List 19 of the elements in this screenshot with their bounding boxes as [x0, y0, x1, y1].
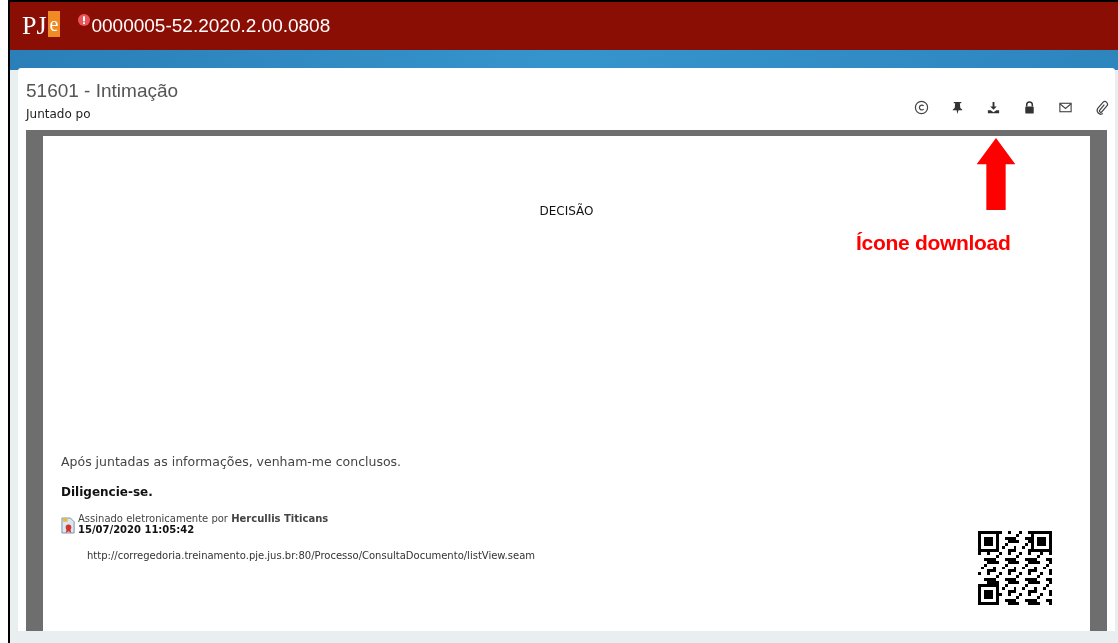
copyright-icon[interactable] — [914, 100, 929, 115]
certificate-icon — [61, 517, 76, 534]
document-title: 51601 - Intimação — [26, 80, 179, 102]
annotation-arrow — [974, 138, 1018, 210]
paragraph: Diligencie-se. — [61, 485, 154, 499]
annotation-label: Ícone download — [856, 231, 1011, 255]
pin-icon[interactable] — [950, 100, 965, 115]
document-subtitle: Juntado po — [26, 107, 92, 121]
signature-date: 15/07/2020 11:05:42 — [78, 524, 196, 535]
document-heading: DECISÃO — [538, 204, 595, 218]
paragraph: Após juntadas as informações, venham-me conclusos. — [61, 454, 403, 469]
document-url: http://corregedoria.treinamento.pje.jus.br:80/Processo/ConsultaDocumento/listView.seam — [87, 550, 537, 561]
lock-icon[interactable] — [1022, 100, 1037, 115]
signature-text: Assinado eletronicamente por Hercullis Titicans — [78, 513, 329, 524]
download-icon[interactable] — [986, 100, 1001, 115]
paperclip-icon[interactable] — [1094, 100, 1109, 115]
mail-icon[interactable] — [1058, 100, 1073, 115]
process-number: 0000005-52.2020.2.00.0808 — [91, 15, 331, 37]
logo[interactable]: PJe — [22, 11, 61, 41]
